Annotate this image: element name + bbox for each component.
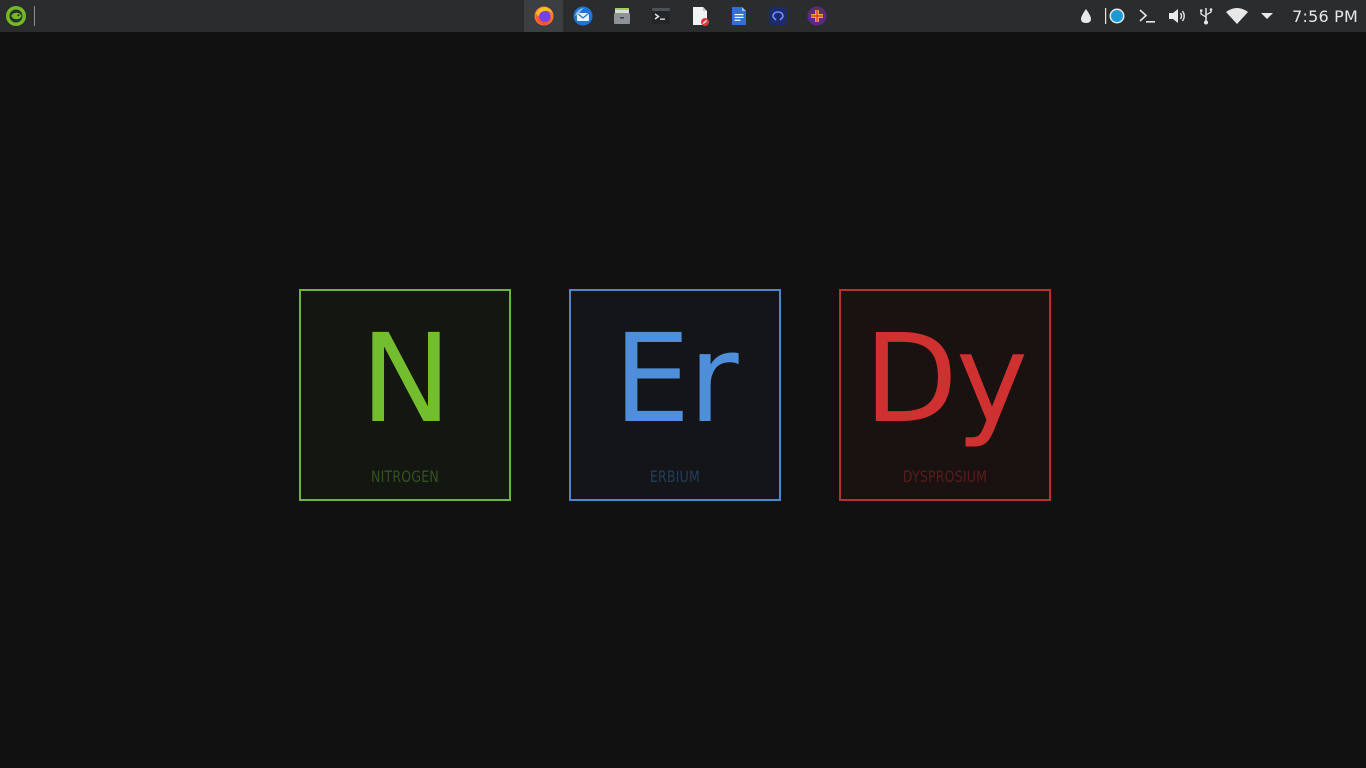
terminal-prompt-icon [1139,9,1156,23]
tray-expand-button[interactable] [1254,0,1280,32]
tray-usb[interactable] [1192,0,1220,32]
task-thunderbird[interactable] [563,0,602,32]
panel-separator [34,6,35,26]
tray-expand-arrow-icon [1261,13,1274,19]
tray-color-picker[interactable] [1098,0,1132,32]
text-document-icon [731,7,746,25]
element-symbol: Dy [863,308,1028,450]
task-document-viewer[interactable] [680,0,719,32]
firefox-icon [534,6,553,26]
tray-wifi[interactable] [1220,0,1254,32]
document-viewer-icon [692,7,709,26]
task-manager [524,0,836,32]
desktop-wallpaper: N NITROGEN Er ERBIUM Dy DYSPROSIUM [0,32,1366,768]
task-file-manager[interactable] [602,0,641,32]
color-picker-icon [1105,8,1125,24]
thunderbird-icon [573,6,592,26]
wifi-icon [1226,8,1249,24]
task-terminal[interactable] [641,0,680,32]
element-name: DYSPROSIUM [902,467,988,486]
file-manager-icon [613,8,630,24]
network-icon [768,7,787,25]
digital-clock[interactable]: 7:56 PM [1280,0,1366,32]
task-firefox[interactable] [524,0,563,32]
system-tray: 7:56 PM [1074,0,1366,32]
terminal-icon [651,8,670,24]
element-tile-dysprosium: Dy DYSPROSIUM [839,289,1051,501]
taskbar-panel: 7:56 PM [0,0,1366,32]
application-launcher-button[interactable] [4,4,28,28]
tray-droplet[interactable] [1074,0,1098,32]
task-add[interactable] [797,0,836,32]
element-symbol: Er [613,308,738,450]
tray-volume[interactable] [1162,0,1192,32]
add-plus-icon [807,6,826,26]
usb-icon [1200,8,1213,25]
task-network[interactable] [758,0,797,32]
element-name: NITROGEN [371,467,439,486]
opensuse-gecko-icon [6,6,26,26]
droplet-icon [1081,9,1092,23]
element-name: ERBIUM [649,467,701,486]
element-tile-erbium: Er ERBIUM [569,289,781,501]
element-symbol: N [360,308,451,450]
tray-terminal-prompt[interactable] [1132,0,1162,32]
volume-icon [1169,9,1186,23]
task-text-document[interactable] [719,0,758,32]
element-tile-nitrogen: N NITROGEN [299,289,511,501]
